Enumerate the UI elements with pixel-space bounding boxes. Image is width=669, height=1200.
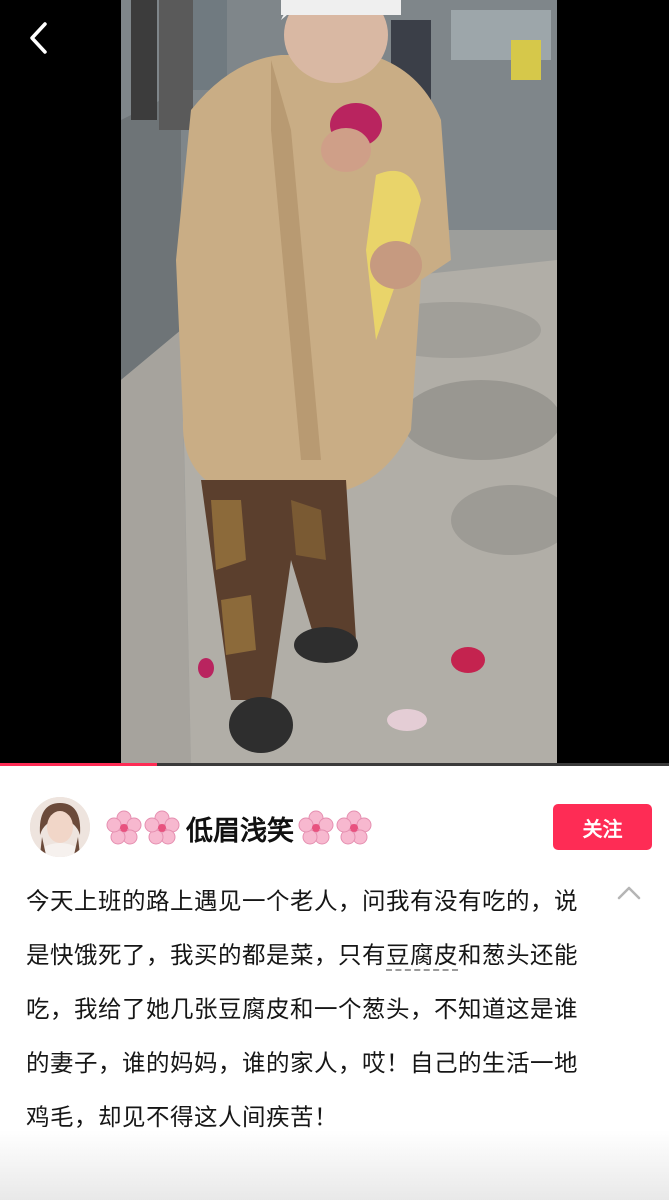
video-scene-image [121, 0, 557, 765]
author-avatar[interactable] [30, 797, 90, 857]
follow-button[interactable]: 关注 [553, 804, 652, 850]
video-info-panel: 低眉浅笑 关注 今天上班的路上遇见一个老人，问我有没有吃的，说是快饿死了，我买的… [0, 766, 669, 1200]
author-name-row[interactable]: 低眉浅笑 [106, 808, 374, 848]
cherry-blossom-icon [144, 810, 180, 845]
cherry-blossom-icon [336, 810, 372, 845]
chevron-left-icon [30, 22, 47, 54]
chevron-up-icon [617, 886, 641, 900]
author-name: 低眉浅笑 [186, 815, 294, 847]
back-button[interactable] [22, 18, 58, 58]
video-caption: 今天上班的路上遇见一个老人，问我有没有吃的，说是快饿死了，我买的都是菜，只有豆腐… [26, 874, 596, 1144]
caption-text: 和葱头还能吃，我给了她几张豆腐皮和一个葱头，不知道这是谁的妻子，谁的妈妈，谁的家… [26, 941, 578, 1131]
video-frame[interactable] [121, 0, 557, 765]
collapse-caption-button[interactable] [614, 878, 644, 908]
user-avatar [30, 797, 90, 857]
cherry-blossom-icon [298, 810, 334, 845]
caption-keyword-link[interactable]: 豆腐皮 [386, 941, 458, 971]
cherry-blossom-icon [106, 810, 142, 845]
video-player[interactable] [0, 0, 669, 766]
